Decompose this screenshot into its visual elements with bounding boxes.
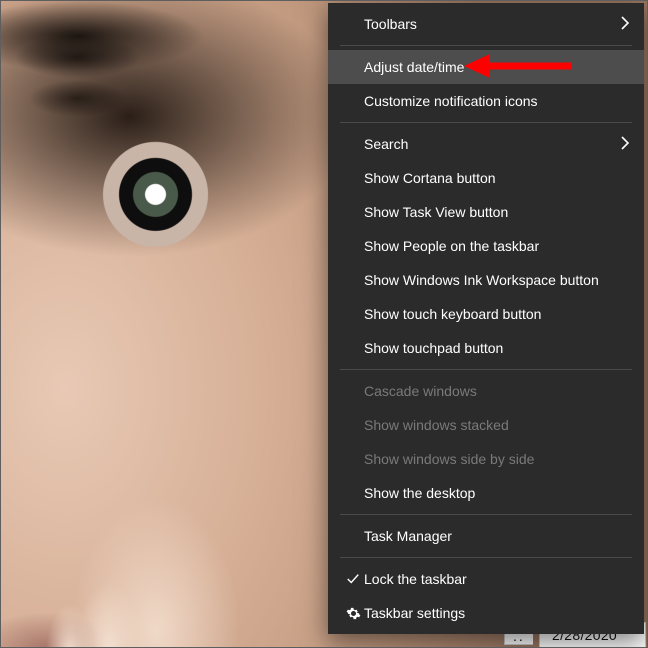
menu-item-adjust-date-time[interactable]: Adjust date/time: [328, 50, 644, 84]
menu-item-label: Toolbars: [364, 16, 620, 32]
menu-separator: [340, 369, 632, 370]
menu-item-task-manager[interactable]: Task Manager: [328, 519, 644, 553]
menu-item-taskbar-settings[interactable]: Taskbar settings: [328, 596, 644, 630]
menu-item-cascade-windows: Cascade windows: [328, 374, 644, 408]
taskbar-context-menu: Toolbars Adjust date/time Customize notifi…: [328, 3, 644, 634]
menu-item-label: Adjust date/time: [364, 59, 630, 75]
menu-item-label: Show windows stacked: [364, 417, 630, 433]
menu-separator: [340, 122, 632, 123]
menu-item-show-windows-ink-workspace-button[interactable]: Show Windows Ink Workspace button: [328, 263, 644, 297]
menu-item-show-cortana-button[interactable]: Show Cortana button: [328, 161, 644, 195]
menu-item-show-windows-stacked: Show windows stacked: [328, 408, 644, 442]
menu-item-label: Customize notification icons: [364, 93, 630, 109]
menu-item-label: Show People on the taskbar: [364, 238, 630, 254]
menu-item-show-touchpad-button[interactable]: Show touchpad button: [328, 331, 644, 365]
menu-separator: [340, 45, 632, 46]
menu-item-show-task-view-button[interactable]: Show Task View button: [328, 195, 644, 229]
menu-item-label: Show Task View button: [364, 204, 630, 220]
menu-item-label: Lock the taskbar: [364, 571, 630, 587]
menu-item-label: Show touch keyboard button: [364, 306, 630, 322]
menu-item-show-the-desktop[interactable]: Show the desktop: [328, 476, 644, 510]
menu-item-label: Search: [364, 136, 620, 152]
menu-item-label: Task Manager: [364, 528, 630, 544]
gear-icon: [342, 606, 364, 621]
menu-item-label: Show Cortana button: [364, 170, 630, 186]
chevron-right-icon: [620, 136, 630, 153]
menu-item-customize-notification-icons[interactable]: Customize notification icons: [328, 84, 644, 118]
menu-item-search[interactable]: Search: [328, 127, 644, 161]
check-icon: [342, 572, 364, 586]
menu-item-label: Taskbar settings: [364, 605, 630, 621]
menu-item-label: Show touchpad button: [364, 340, 630, 356]
menu-item-show-touch-keyboard-button[interactable]: Show touch keyboard button: [328, 297, 644, 331]
menu-separator: [340, 557, 632, 558]
menu-item-show-people-on-the-taskbar[interactable]: Show People on the taskbar: [328, 229, 644, 263]
menu-item-lock-the-taskbar[interactable]: Lock the taskbar: [328, 562, 644, 596]
menu-separator: [340, 514, 632, 515]
chevron-right-icon: [620, 16, 630, 33]
menu-item-label: Show windows side by side: [364, 451, 630, 467]
menu-item-label: Show Windows Ink Workspace button: [364, 272, 630, 288]
menu-item-label: Show the desktop: [364, 485, 630, 501]
menu-item-toolbars[interactable]: Toolbars: [328, 7, 644, 41]
menu-item-show-windows-side-by-side: Show windows side by side: [328, 442, 644, 476]
menu-item-label: Cascade windows: [364, 383, 630, 399]
